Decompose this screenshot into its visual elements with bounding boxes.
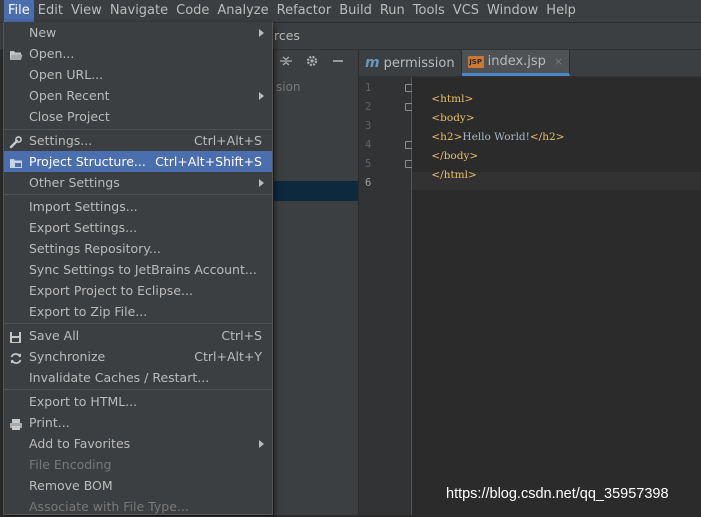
code-editor[interactable]: <html> <body> <h2>Hello World!</h2> </bo… [412, 77, 701, 515]
line-number: 4 [365, 139, 372, 151]
menu-item-other-settings[interactable]: Other Settings [4, 172, 272, 193]
menu-run[interactable]: Run [376, 0, 409, 22]
print-icon [9, 416, 23, 430]
editor-tabs: m permission JSP index.jsp × [359, 50, 701, 77]
menu-item-settings-repository[interactable]: Settings Repository... [4, 238, 272, 259]
gear-icon[interactable] [304, 54, 320, 72]
menu-window[interactable]: Window [483, 0, 542, 22]
tab-index-jsp[interactable]: JSP index.jsp × [461, 50, 571, 76]
menu-item-settings[interactable]: Settings... Ctrl+Alt+S [4, 130, 272, 151]
breadcrumb-tail[interactable]: rces [274, 23, 300, 49]
editor-gutter: 1 2 3 4 5 6 [359, 77, 413, 515]
project-tree-selected-row[interactable] [274, 181, 358, 201]
project-panel: sion [274, 76, 359, 515]
save-icon [9, 329, 23, 343]
line-number: 1 [365, 82, 372, 94]
folder-open-icon [9, 47, 23, 60]
menu-item-project-structure[interactable]: Project Structure... Ctrl+Alt+Shift+S [4, 151, 272, 172]
menu-build[interactable]: Build [335, 0, 376, 22]
menu-item-export-html[interactable]: Export to HTML... [4, 391, 272, 412]
project-toolbar [274, 50, 358, 76]
menu-help[interactable]: Help [542, 0, 580, 22]
watermark: https://blog.csdn.net/qq_35957398 [446, 486, 669, 502]
menu-item-new[interactable]: New [4, 22, 272, 43]
module-icon: m [365, 55, 380, 71]
minimize-icon[interactable] [330, 54, 346, 72]
tab-label: index.jsp [487, 54, 546, 69]
menu-tools[interactable]: Tools [409, 0, 449, 22]
line-number: 6 [365, 177, 372, 189]
menu-item-file-encoding: File Encoding [29, 457, 112, 472]
menu-item-remove-bom[interactable]: Remove BOM [4, 475, 272, 496]
menu-file[interactable]: File [4, 0, 34, 22]
menu-item-open-url[interactable]: Open URL... [4, 64, 272, 85]
menu-item-export-eclipse[interactable]: Export Project to Eclipse... [4, 280, 272, 301]
line-number: 5 [365, 158, 372, 170]
submenu-arrow-icon [259, 29, 264, 37]
project-tree-text: sion [276, 80, 301, 94]
menu-item-associate-file-type: Associate with File Type... [29, 499, 189, 514]
menu-navigate[interactable]: Navigate [106, 0, 172, 22]
jsp-file-icon: JSP [467, 55, 484, 68]
menu-item-export-zip[interactable]: Export to Zip File... [4, 301, 272, 322]
menu-edit[interactable]: Edit [34, 0, 67, 22]
menu-separator [4, 194, 272, 195]
file-menu-dropdown: New Open... Open URL... Open Recent Clos… [3, 22, 273, 515]
menu-item-sync-settings[interactable]: Sync Settings to JetBrains Account... [4, 259, 272, 280]
close-icon[interactable]: × [554, 55, 563, 68]
menu-vcs[interactable]: VCS [449, 0, 483, 22]
menu-item-print[interactable]: Print... [4, 412, 272, 433]
wrench-icon [9, 134, 23, 149]
menu-code[interactable]: Code [172, 0, 213, 22]
line-number: 3 [365, 120, 372, 132]
code-line: </html> [431, 169, 477, 181]
submenu-arrow-icon [259, 92, 264, 100]
menu-item-synchronize[interactable]: Synchronize Ctrl+Alt+Y [4, 346, 272, 367]
menu-item-open[interactable]: Open... [4, 43, 272, 64]
menu-separator [4, 389, 272, 390]
submenu-arrow-icon [259, 179, 264, 187]
sync-icon [9, 350, 23, 364]
menu-item-save-all[interactable]: Save All Ctrl+S [4, 325, 272, 346]
menu-bar: File Edit View Navigate Code Analyze Ref… [0, 0, 701, 23]
menu-separator [4, 323, 272, 324]
menu-item-add-to-favorites[interactable]: Add to Favorites [4, 433, 272, 454]
collapse-all-icon[interactable] [278, 54, 294, 72]
submenu-arrow-icon [259, 440, 264, 448]
menu-item-import-settings[interactable]: Import Settings... [4, 196, 272, 217]
menu-view[interactable]: View [67, 0, 106, 22]
menu-item-close-project[interactable]: Close Project [4, 106, 272, 127]
menu-item-invalidate-caches[interactable]: Invalidate Caches / Restart... [4, 367, 272, 388]
menu-item-open-recent[interactable]: Open Recent [4, 85, 272, 106]
menu-analyze[interactable]: Analyze [213, 0, 272, 22]
menu-refactor[interactable]: Refactor [273, 0, 336, 22]
project-structure-icon [9, 155, 23, 168]
line-number: 2 [365, 101, 372, 113]
tab-label: permission [383, 55, 455, 71]
menu-item-export-settings[interactable]: Export Settings... [4, 217, 272, 238]
tab-permission[interactable]: m permission [359, 50, 462, 76]
